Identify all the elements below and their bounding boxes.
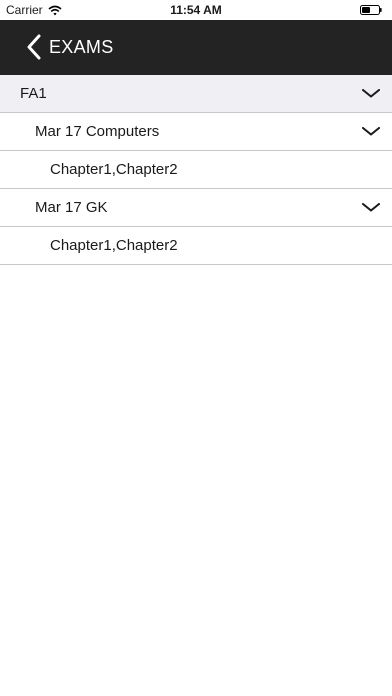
exam-detail-label: Chapter1,Chapter2 xyxy=(50,161,178,178)
exam-row[interactable]: Mar 17 GK xyxy=(0,189,392,227)
battery-icon xyxy=(360,5,382,15)
back-button[interactable]: EXAMS xyxy=(26,32,114,62)
chevron-down-icon xyxy=(362,127,380,136)
status-time: 11:54 AM xyxy=(170,3,222,17)
back-chevron-icon xyxy=(27,34,41,60)
group-label: FA1 xyxy=(20,85,47,102)
exam-list: FA1 Mar 17 Computers Chapter1,Chapter2 M… xyxy=(0,75,392,265)
exam-row[interactable]: Mar 17 Computers xyxy=(0,113,392,151)
group-row-fa1[interactable]: FA1 xyxy=(0,75,392,113)
status-bar: Carrier 11:54 AM xyxy=(0,0,392,20)
exam-label: Mar 17 GK xyxy=(35,199,108,216)
exam-detail-row[interactable]: Chapter1,Chapter2 xyxy=(0,151,392,189)
page-title: EXAMS xyxy=(49,36,114,57)
chevron-down-icon xyxy=(362,203,380,212)
chevron-down-icon xyxy=(362,89,380,98)
exam-label: Mar 17 Computers xyxy=(35,123,160,140)
nav-bar: EXAMS xyxy=(0,20,392,75)
exam-detail-label: Chapter1,Chapter2 xyxy=(50,237,178,254)
exam-detail-row[interactable]: Chapter1,Chapter2 xyxy=(0,227,392,265)
